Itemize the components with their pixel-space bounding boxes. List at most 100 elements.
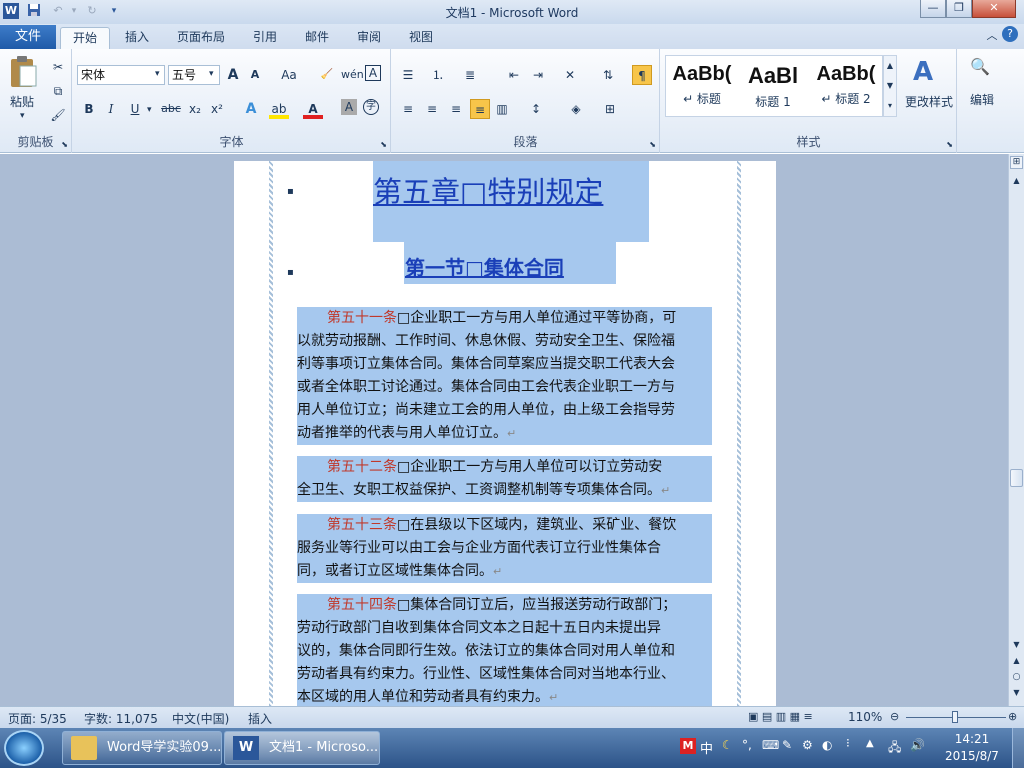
ruler-toggle-icon[interactable]: ⊞ bbox=[1010, 156, 1023, 169]
enclose-characters-icon[interactable]: 字 bbox=[363, 99, 379, 115]
browse-object-icon[interactable]: ○ bbox=[1010, 672, 1023, 682]
scroll-thumb[interactable] bbox=[1010, 469, 1023, 487]
distributed-button[interactable]: ▥ bbox=[492, 99, 512, 119]
line-spacing-icon[interactable]: ↕ bbox=[526, 99, 546, 119]
paste-dropdown-icon[interactable]: ▾ bbox=[20, 111, 25, 121]
ime-mode[interactable]: 中 bbox=[700, 738, 713, 757]
font-color-icon[interactable]: A bbox=[303, 99, 323, 119]
subscript-button[interactable]: x₂ bbox=[185, 99, 205, 119]
style-title[interactable]: AaBb( ↵ 标题 bbox=[667, 57, 737, 115]
start-button[interactable] bbox=[4, 730, 44, 766]
paste-icon[interactable] bbox=[8, 55, 40, 89]
keyboard-icon[interactable]: ⌨ bbox=[762, 738, 779, 752]
show-marks-button[interactable]: ¶ bbox=[632, 65, 652, 85]
text-effects-icon[interactable]: A bbox=[241, 99, 261, 119]
tab-home[interactable]: 开始 bbox=[60, 27, 110, 49]
clock-time[interactable]: 14:21 bbox=[940, 732, 1004, 746]
taskbar-explorer-item[interactable]: Word导学实验09... bbox=[62, 731, 222, 765]
decrease-indent-icon[interactable]: ⇤ bbox=[504, 65, 524, 85]
grow-font-icon[interactable]: A bbox=[223, 65, 243, 85]
font-launcher-icon[interactable]: ⬊ bbox=[380, 140, 387, 149]
style-heading-2[interactable]: AaBb( ↵ 标题 2 bbox=[811, 57, 881, 115]
tab-view[interactable]: 视图 bbox=[400, 27, 442, 49]
clipboard-launcher-icon[interactable]: ⬊ bbox=[61, 140, 68, 149]
volume-icon[interactable]: 🔊 bbox=[910, 738, 925, 752]
format-painter-icon[interactable]: 🖌 bbox=[48, 105, 68, 125]
font-size-dropdown-icon[interactable]: ▾ bbox=[209, 69, 214, 79]
help-icon[interactable]: ? bbox=[1002, 26, 1018, 42]
show-desktop-button[interactable] bbox=[1012, 728, 1024, 768]
paste-button[interactable]: 粘贴 bbox=[10, 93, 34, 110]
multilevel-list-icon[interactable]: ≣ bbox=[460, 65, 480, 85]
word-count[interactable]: 字数: 11,075 bbox=[84, 710, 158, 727]
superscript-button[interactable]: x² bbox=[207, 99, 227, 119]
italic-button[interactable]: I bbox=[101, 99, 121, 119]
underline-button[interactable]: U bbox=[125, 99, 145, 119]
maximize-button[interactable]: ❐ bbox=[946, 0, 972, 18]
clock-date[interactable]: 2015/8/7 bbox=[940, 749, 1004, 763]
close-button[interactable]: ✕ bbox=[972, 0, 1016, 18]
highlight-icon[interactable]: ab bbox=[269, 99, 289, 119]
ime-logo-icon[interactable]: M bbox=[680, 738, 696, 754]
align-left-button[interactable]: ≡ bbox=[398, 99, 418, 119]
increase-indent-icon[interactable]: ⇥ bbox=[528, 65, 548, 85]
vertical-scrollbar[interactable]: ⊞ ▲ ▼ ▲ ○ ▼ bbox=[1008, 154, 1024, 706]
document-page[interactable]: ▪ 第五章□特别规定 ▪ 第一节□集体合同 第五十一条□企业职工一方与用人单位通… bbox=[234, 161, 776, 706]
numbering-icon[interactable]: ⒈ bbox=[428, 65, 448, 85]
find-binoculars-icon[interactable]: 🔍 bbox=[962, 57, 998, 85]
font-name-dropdown-icon[interactable]: ▾ bbox=[155, 69, 160, 79]
borders-icon[interactable]: ⊞ bbox=[600, 99, 620, 119]
ime-skin-icon[interactable]: ◐ bbox=[822, 738, 832, 752]
scroll-down-icon[interactable]: ▼ bbox=[1010, 640, 1023, 649]
taskbar-word-item[interactable]: W 文档1 - Microso... bbox=[224, 731, 380, 765]
network-icon[interactable]: 🖧 bbox=[888, 738, 901, 759]
language-indicator[interactable]: 中文(中国) bbox=[172, 710, 229, 727]
ime-settings-icon[interactable]: ⚙ bbox=[802, 738, 813, 752]
copy-icon[interactable]: ⧉ bbox=[48, 81, 68, 101]
ime-menu-icon[interactable]: ⁝ bbox=[846, 736, 850, 750]
tab-page-layout[interactable]: 页面布局 bbox=[168, 27, 234, 49]
align-center-button[interactable]: ≡ bbox=[422, 99, 442, 119]
styles-launcher-icon[interactable]: ⬊ bbox=[946, 140, 953, 149]
tab-mailings[interactable]: 邮件 bbox=[296, 27, 338, 49]
ime-tools-icon[interactable]: ✎ bbox=[782, 738, 792, 752]
scroll-up-icon[interactable]: ▲ bbox=[1010, 176, 1023, 185]
style-heading-1[interactable]: AaBl 标题 1 bbox=[738, 57, 808, 115]
insert-mode-indicator[interactable]: 插入 bbox=[248, 710, 272, 727]
tab-references[interactable]: 引用 bbox=[244, 27, 286, 49]
tab-file[interactable]: 文件 bbox=[0, 25, 56, 49]
change-styles-icon[interactable]: A bbox=[913, 57, 933, 87]
page-indicator[interactable]: 页面: 5/35 bbox=[8, 710, 67, 727]
minimize-button[interactable]: — bbox=[920, 0, 946, 18]
character-border-icon[interactable]: A bbox=[365, 65, 381, 81]
editing-button[interactable]: 编辑 bbox=[962, 91, 1002, 108]
shrink-font-icon[interactable]: A bbox=[245, 65, 265, 85]
sort-icon[interactable]: ⇅ bbox=[598, 65, 618, 85]
bullets-icon[interactable]: ☰ bbox=[398, 65, 418, 85]
styles-scroll[interactable]: ▲ ▼ ▾ bbox=[883, 55, 897, 117]
character-shading-icon[interactable]: A bbox=[341, 99, 357, 115]
half-width-icon[interactable]: ☾ bbox=[722, 738, 733, 752]
zoom-slider-thumb[interactable] bbox=[952, 711, 958, 723]
justify-button[interactable]: ≡ bbox=[470, 99, 490, 119]
show-hidden-icons[interactable]: ▲ bbox=[866, 738, 874, 749]
zoom-out-icon[interactable]: ⊖ bbox=[890, 710, 899, 723]
previous-page-icon[interactable]: ▲ bbox=[1010, 656, 1023, 665]
phonetic-guide-icon[interactable]: wén bbox=[341, 65, 364, 85]
paragraph-launcher-icon[interactable]: ⬊ bbox=[649, 140, 656, 149]
minimize-ribbon-icon[interactable]: ︿ bbox=[982, 26, 1002, 46]
zoom-level[interactable]: 110% bbox=[848, 710, 882, 724]
shading-icon[interactable]: ◈ bbox=[566, 99, 586, 119]
change-case-icon[interactable]: Aa bbox=[277, 65, 301, 85]
underline-dropdown-icon[interactable]: ▾ bbox=[147, 105, 152, 115]
clear-formatting-icon[interactable]: 🧹 bbox=[317, 65, 337, 85]
change-styles-button[interactable]: 更改样式 bbox=[901, 93, 957, 110]
view-buttons[interactable]: ▣ ▤ ▥ ▦ ≡ bbox=[748, 710, 813, 723]
font-name-combo[interactable]: 宋体 bbox=[77, 65, 165, 85]
tab-review[interactable]: 审阅 bbox=[348, 27, 390, 49]
zoom-in-icon[interactable]: ⊕ bbox=[1008, 710, 1017, 723]
punctuation-icon[interactable]: °, bbox=[742, 738, 752, 752]
next-page-icon[interactable]: ▼ bbox=[1010, 688, 1023, 697]
chinese-layout-icon[interactable]: ✕ bbox=[560, 65, 580, 85]
bold-button[interactable]: B bbox=[79, 99, 99, 119]
